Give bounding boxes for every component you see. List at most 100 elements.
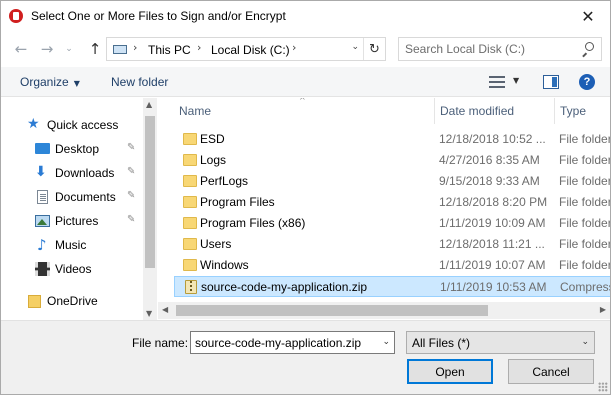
file-row[interactable]: Program Files (x86) 1/11/2019 10:09 AM F… <box>174 213 610 234</box>
file-name: Windows <box>200 258 249 272</box>
zip-file-icon <box>185 280 197 294</box>
file-list-horizontal-scrollbar[interactable]: ◀ ▶ <box>158 302 610 319</box>
file-date: 1/11/2019 10:07 AM <box>439 258 546 272</box>
sidebar-item-label: Pictures <box>55 214 99 228</box>
pin-icon: ✎ <box>127 166 136 177</box>
scrollbar-thumb[interactable] <box>145 116 155 268</box>
breadcrumb-local-disk[interactable]: Local Disk (C:) <box>211 43 290 57</box>
sidebar-item-label: Desktop <box>55 142 100 156</box>
file-type: File folder <box>559 237 610 251</box>
help-icon[interactable]: ? <box>579 74 595 90</box>
forward-arrow-icon[interactable]: → <box>38 40 56 58</box>
star-icon: ★ <box>27 116 40 132</box>
pin-icon: ✎ <box>127 190 136 201</box>
file-row[interactable]: PerfLogs 9/15/2018 9:33 AM File folder <box>174 171 610 192</box>
file-name: Program Files (x86) <box>200 216 306 230</box>
open-button[interactable]: Open <box>407 359 493 384</box>
sidebar-item-music[interactable]: ♪ Music <box>1 234 143 256</box>
music-icon: ♪ <box>37 236 47 254</box>
navigation-bar: ← → ⌄ ↑ › This PC › Local Disk (C:) › ⌄ … <box>1 32 610 66</box>
videos-icon <box>35 262 50 276</box>
navigation-pane: ★ Quick access Desktop ✎ ⬇ Downloads ✎ D… <box>1 98 158 320</box>
title-bar: Select One or More Files to Sign and/or … <box>1 1 610 32</box>
back-arrow-icon[interactable]: ← <box>12 40 30 58</box>
sort-ascending-icon: ^ <box>299 98 306 105</box>
sidebar-item-label: Downloads <box>55 166 115 180</box>
folder-icon <box>183 196 197 208</box>
breadcrumb-this-pc[interactable]: This PC <box>148 43 191 57</box>
file-type: File folder <box>559 258 610 272</box>
recent-locations-dropdown-icon[interactable]: ⌄ <box>63 40 75 58</box>
file-date: 9/15/2018 9:33 AM <box>439 174 540 188</box>
command-toolbar: Organize ▼ New folder ▼ ? <box>1 67 610 97</box>
sidebar-item-videos[interactable]: Videos <box>1 258 143 280</box>
organize-label: Organize <box>20 75 69 89</box>
file-row[interactable]: Users 12/18/2018 11:21 ... File folder <box>174 234 610 255</box>
file-row[interactable]: Logs 4/27/2016 8:35 AM File folder <box>174 150 610 171</box>
file-row[interactable]: Windows 1/11/2019 10:07 AM File folder <box>174 255 610 276</box>
search-icon[interactable] <box>581 42 594 57</box>
scrollbar-thumb[interactable] <box>176 305 488 316</box>
refresh-icon[interactable]: ↻ <box>363 38 385 60</box>
file-type-select[interactable]: All Files (*) ⌄ <box>406 331 595 354</box>
folder-icon <box>183 238 197 250</box>
onedrive-icon <box>28 295 41 308</box>
view-options-dropdown-icon[interactable]: ▼ <box>513 76 519 85</box>
documents-icon <box>37 190 48 204</box>
search-box[interactable] <box>398 37 602 61</box>
file-name: Logs <box>200 153 227 167</box>
sidebar-item-onedrive[interactable]: OneDrive <box>1 290 143 312</box>
sidebar-item-desktop[interactable]: Desktop ✎ <box>1 138 143 160</box>
file-type: Compress <box>560 280 610 294</box>
scroll-up-icon[interactable]: ▲ <box>146 100 152 109</box>
view-options-icon[interactable] <box>489 76 505 88</box>
breadcrumb-separator[interactable]: › <box>133 41 137 54</box>
sidebar-item-documents[interactable]: Documents ✎ <box>1 186 143 208</box>
breadcrumb-separator[interactable]: › <box>197 41 201 54</box>
window-title: Select One or More Files to Sign and/or … <box>31 9 286 23</box>
sidebar-item-quick-access[interactable]: ★ Quick access <box>1 114 143 136</box>
chevron-down-icon[interactable]: ⌄ <box>382 337 390 347</box>
sidebar-item-pictures[interactable]: Pictures ✎ <box>1 210 143 232</box>
file-row-selected[interactable]: source-code-my-application.zip 1/11/2019… <box>174 276 610 297</box>
scroll-down-icon[interactable]: ▼ <box>146 309 152 318</box>
sidebar-item-label: Documents <box>55 190 116 204</box>
column-header-date-modified[interactable]: Date modified <box>440 104 514 118</box>
folder-icon <box>183 259 197 271</box>
up-arrow-icon[interactable]: ↑ <box>86 40 104 58</box>
scroll-right-icon[interactable]: ▶ <box>600 305 606 314</box>
desktop-icon <box>35 143 50 154</box>
folder-icon <box>183 154 197 166</box>
breadcrumb-separator[interactable]: › <box>292 41 296 54</box>
new-folder-button[interactable]: New folder <box>111 75 168 89</box>
file-name: Program Files <box>200 195 275 209</box>
resize-grip-icon[interactable] <box>598 382 608 392</box>
address-bar[interactable]: › This PC › Local Disk (C:) › ⌄ ↻ <box>106 37 386 61</box>
file-date: 12/18/2018 8:20 PM <box>439 195 548 209</box>
navigation-pane-scrollbar[interactable]: ▲ ▼ <box>143 98 157 320</box>
column-divider[interactable] <box>434 98 435 124</box>
file-row[interactable]: ESD 12/18/2018 10:52 ... File folder <box>174 129 610 150</box>
close-button[interactable]: ✕ <box>566 1 610 31</box>
file-name-input[interactable] <box>195 335 371 351</box>
column-header-type[interactable]: Type <box>560 104 586 118</box>
file-type-value: All Files (*) <box>412 336 471 350</box>
organize-button[interactable]: Organize ▼ <box>20 75 80 89</box>
file-list: ^ Name Date modified Type ESD 12/18/2018… <box>158 98 610 320</box>
file-date: 12/18/2018 11:21 ... <box>439 237 545 251</box>
folder-icon <box>183 217 197 229</box>
search-input[interactable] <box>405 41 575 57</box>
file-name-combobox[interactable]: ⌄ <box>190 331 395 354</box>
preview-pane-icon[interactable] <box>543 75 559 89</box>
scroll-left-icon[interactable]: ◀ <box>162 305 168 314</box>
file-row[interactable]: Program Files 12/18/2018 8:20 PM File fo… <box>174 192 610 213</box>
sidebar-item-label: Quick access <box>47 118 119 132</box>
file-type: File folder <box>559 216 610 230</box>
address-history-dropdown-icon[interactable]: ⌄ <box>351 42 359 52</box>
column-divider[interactable] <box>554 98 555 124</box>
folder-icon <box>183 175 197 187</box>
sidebar-item-downloads[interactable]: ⬇ Downloads ✎ <box>1 162 143 184</box>
file-date: 12/18/2018 10:52 ... <box>439 132 546 146</box>
column-header-name[interactable]: Name <box>179 104 211 118</box>
cancel-button[interactable]: Cancel <box>508 359 594 384</box>
